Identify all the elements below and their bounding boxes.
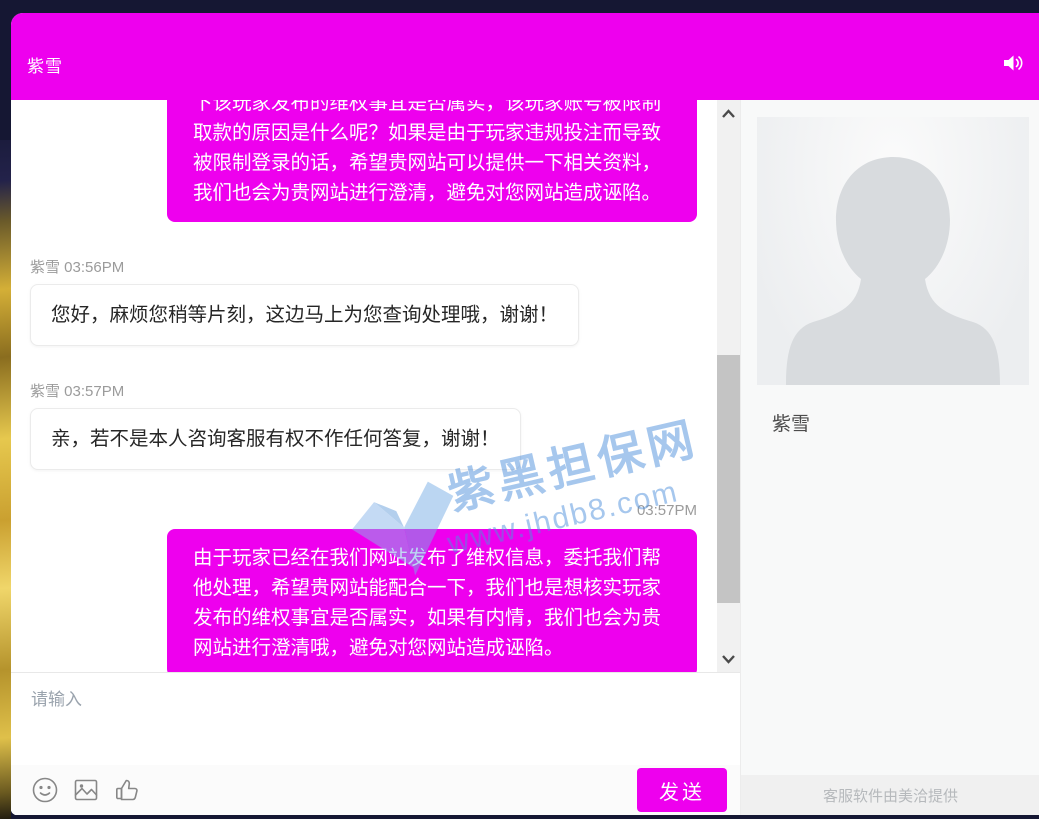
scroll-down-icon[interactable] — [717, 647, 740, 670]
incoming-message-bubble: 亲，若不是本人咨询客服有权不作任何答复，谢谢！ — [30, 408, 521, 470]
send-button[interactable]: 发送 — [637, 768, 727, 812]
chat-scrollbar[interactable] — [717, 100, 740, 672]
agent-name: 紫雪 — [772, 409, 1039, 436]
composer: 发送 — [11, 672, 740, 815]
emoji-icon[interactable] — [31, 776, 59, 804]
agent-title: 紫雪 — [27, 52, 63, 77]
agent-message-label: 紫雪 03:56PM — [30, 256, 697, 277]
outgoing-message-bubble: 下该玩家发布的维权事宜是否属实，该玩家账号被限制取款的原因是什么呢？如果是由于玩… — [167, 100, 697, 222]
outgoing-timestamp: 03:57PM — [637, 502, 697, 519]
incoming-message-bubble: 您好，麻烦您稍等片刻，这边马上为您查询处理哦，谢谢！ — [30, 284, 579, 346]
agent-avatar — [757, 117, 1029, 385]
thumbs-up-icon[interactable] — [113, 776, 141, 804]
chat-panel: 下该玩家发布的维权事宜是否属实，该玩家账号被限制取款的原因是什么呢？如果是由于玩… — [11, 100, 740, 815]
composer-toolbar: 发送 — [11, 765, 740, 815]
speaker-icon[interactable] — [1000, 50, 1026, 76]
page-background-image-sliver — [0, 140, 11, 819]
scrollbar-thumb[interactable] — [717, 355, 740, 604]
agent-sidebar: 紫雪 客服软件由美洽提供 — [740, 100, 1039, 815]
agent-message-label: 紫雪 03:57PM — [30, 380, 697, 401]
chat-widget: 紫雪 下该玩家发布的维权事宜是否属实，该玩家账号被限制取款的原因是什么呢？如果是… — [11, 13, 1039, 815]
outgoing-message-bubble: 由于玩家已经在我们网站发布了维权信息，委托我们帮他处理，希望贵网站能配合一下，我… — [167, 529, 697, 672]
provider-note: 客服软件由美洽提供 — [741, 775, 1039, 815]
message-list: 下该玩家发布的维权事宜是否属实，该玩家账号被限制取款的原因是什么呢？如果是由于玩… — [11, 100, 717, 672]
message-input[interactable] — [31, 685, 724, 765]
image-upload-icon[interactable] — [72, 776, 100, 804]
chat-header: 紫雪 — [11, 13, 1039, 100]
scroll-up-icon[interactable] — [717, 102, 740, 125]
